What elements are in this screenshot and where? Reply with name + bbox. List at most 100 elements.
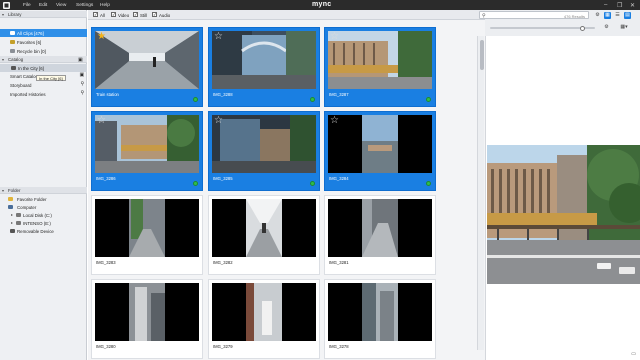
clip-name: IMG_3279 bbox=[213, 344, 233, 349]
sidebar-item-all-clips[interactable]: All Clips [476] bbox=[0, 29, 87, 37]
folder-section-header[interactable]: ▾ Folder bbox=[0, 187, 87, 194]
menu-view[interactable]: View bbox=[56, 3, 66, 8]
scrollbar-thumb[interactable] bbox=[479, 40, 484, 70]
search-icon[interactable]: ⚲ bbox=[80, 91, 84, 96]
clip-card[interactable]: ☆ IMG_3288 bbox=[208, 27, 320, 107]
filter-still-checkbox[interactable]: ✓ bbox=[133, 12, 138, 17]
favorite-star-icon[interactable]: ☆ bbox=[214, 116, 223, 126]
settings-icon[interactable]: ⚙ bbox=[594, 12, 601, 19]
filter-audio-label: Audio bbox=[159, 12, 171, 18]
filter-audio-checkbox[interactable]: ✓ bbox=[152, 12, 157, 17]
clip-thumbnail[interactable] bbox=[95, 199, 199, 257]
sidebar-item-label: Favorite Folder bbox=[17, 196, 47, 202]
filter-still-label: Still bbox=[140, 12, 148, 18]
sidebar-item-label: All Clips [476] bbox=[17, 30, 44, 36]
clip-thumbnail[interactable] bbox=[95, 115, 199, 173]
close-button[interactable]: ✕ bbox=[630, 2, 635, 9]
grid-scrollbar[interactable] bbox=[477, 36, 484, 350]
detail-view-icon[interactable]: ▤ bbox=[624, 11, 631, 19]
clip-thumbnail[interactable] bbox=[212, 283, 316, 341]
favorite-star-icon[interactable]: ★ bbox=[97, 32, 106, 42]
clip-card[interactable]: ☆ IMG_3284 bbox=[324, 111, 436, 191]
minimize-button[interactable]: – bbox=[604, 2, 607, 8]
sidebar-item-favorites[interactable]: Favorites [6] bbox=[0, 38, 87, 46]
sidebar-item-local-disk[interactable]: ▸ Local Disk (C:) bbox=[0, 211, 87, 219]
sidebar-item-recycle-bin[interactable]: Recycle bin [0] bbox=[0, 47, 87, 55]
clip-card[interactable]: IMG_3278 bbox=[324, 279, 436, 359]
sidebar-item-removable-device[interactable]: Removable Device bbox=[0, 227, 87, 235]
clip-card[interactable]: IMG_3283 bbox=[91, 195, 203, 275]
clip-card[interactable]: ☆ IMG_3285 bbox=[208, 111, 320, 191]
list-view-icon[interactable]: ☰ bbox=[614, 12, 621, 19]
clip-thumbnail[interactable] bbox=[95, 283, 199, 341]
menu-edit[interactable]: Edit bbox=[39, 3, 47, 8]
menu-settings[interactable]: Settings bbox=[76, 3, 93, 8]
catalog-header-label: Catalog bbox=[8, 57, 24, 63]
expand-icon[interactable]: ▭ bbox=[631, 351, 636, 357]
clip-thumbnail[interactable] bbox=[328, 199, 432, 257]
library-section-header[interactable]: ▾ Library bbox=[0, 11, 87, 18]
sidebar-item-label: Removable Device bbox=[17, 228, 54, 234]
gear-icon[interactable]: ⚙ bbox=[603, 24, 610, 31]
menu-file[interactable]: File bbox=[23, 3, 31, 8]
filter-video-checkbox[interactable]: ✓ bbox=[111, 12, 116, 17]
sidebar-item-label: Recycle bin [0] bbox=[17, 48, 46, 54]
sidebar-item-favorite-folder[interactable]: Favorite Folder bbox=[0, 195, 87, 203]
favorite-star-icon[interactable]: ☆ bbox=[214, 32, 223, 42]
clip-card[interactable]: ☆ IMG_3287 bbox=[324, 27, 436, 107]
clip-card[interactable]: ☆ IMG_3286 bbox=[91, 111, 203, 191]
thumbnail-grid: ★ Train station ☆ IMG_3288 ☆ IMG_3287 ☆ IMG_328… bbox=[88, 20, 485, 360]
status-dot-icon bbox=[193, 97, 198, 102]
favorite-star-icon[interactable]: ☆ bbox=[330, 116, 339, 126]
expand-icon[interactable]: ▸ bbox=[11, 220, 13, 225]
clip-thumbnail[interactable] bbox=[212, 199, 316, 257]
search-input[interactable]: ⚲ 476 Results bbox=[479, 11, 589, 19]
sidebar-item-label: Storyboard bbox=[10, 82, 32, 88]
clip-name: IMG_3281 bbox=[329, 260, 349, 265]
clip-thumbnail[interactable] bbox=[95, 31, 199, 89]
collapse-icon: ▾ bbox=[2, 188, 5, 193]
menu-help[interactable]: Help bbox=[100, 3, 110, 8]
add-catalog-icon[interactable]: ▣ bbox=[78, 57, 83, 63]
disk-icon bbox=[16, 220, 21, 225]
sidebar-item-label: Computer bbox=[17, 204, 37, 210]
sidebar-item-in-the-city[interactable]: In the City [6] bbox=[0, 64, 87, 72]
clip-name: IMG_3288 bbox=[213, 92, 233, 97]
catalog-section-header[interactable]: ▾ Catalog ▣ bbox=[0, 56, 87, 63]
expand-icon[interactable]: ▸ bbox=[11, 212, 13, 217]
trash-icon bbox=[10, 48, 15, 53]
layout-icon[interactable]: ▦▾ bbox=[618, 24, 630, 31]
sidebar-item-intenso[interactable]: ▸ INTENSO (E:) bbox=[0, 219, 87, 227]
filter-bar: ✓ All ✓ Video ✓ Still ✓ Audio bbox=[88, 10, 485, 20]
maximize-button[interactable]: ❐ bbox=[617, 2, 622, 9]
clip-thumbnail[interactable] bbox=[328, 31, 432, 89]
grid-view-icon[interactable]: ▦ bbox=[604, 11, 611, 19]
usb-icon bbox=[10, 228, 15, 233]
favorite-star-icon[interactable]: ☆ bbox=[97, 116, 106, 126]
slider-knob[interactable] bbox=[580, 25, 585, 31]
search-icon[interactable]: ⚲ bbox=[80, 82, 84, 87]
clip-card[interactable]: ★ Train station bbox=[91, 27, 203, 107]
clip-name: IMG_3284 bbox=[329, 176, 349, 181]
clip-thumbnail[interactable] bbox=[212, 31, 316, 89]
filter-all-checkbox[interactable]: ✓ bbox=[93, 12, 98, 17]
clip-card[interactable]: IMG_3280 bbox=[91, 279, 203, 359]
sidebar-item-label: Favorites [6] bbox=[17, 39, 42, 45]
sidebar-item-computer[interactable]: Computer bbox=[0, 203, 87, 211]
thumbnail-size-slider[interactable] bbox=[490, 25, 595, 31]
filter-all-label: All bbox=[100, 12, 105, 18]
search-icon: ⚲ bbox=[482, 12, 486, 19]
clip-thumbnail[interactable] bbox=[328, 283, 432, 341]
clip-name: IMG_3286 bbox=[96, 176, 116, 181]
film-icon bbox=[11, 65, 16, 70]
clip-card[interactable]: IMG_3279 bbox=[208, 279, 320, 359]
smart-catalog-icon[interactable]: ▣ bbox=[79, 73, 84, 78]
sidebar-item-storyboard[interactable]: Storyboard ⚲ bbox=[0, 81, 87, 89]
clip-card[interactable]: IMG_3282 bbox=[208, 195, 320, 275]
preview-pane: ▭ bbox=[485, 36, 640, 360]
favorite-star-icon[interactable]: ☆ bbox=[330, 32, 339, 42]
clip-thumbnail[interactable] bbox=[328, 115, 432, 173]
clip-thumbnail[interactable] bbox=[212, 115, 316, 173]
sidebar-item-imported-histories[interactable]: Imported Histories ⚲ bbox=[0, 90, 87, 98]
clip-card[interactable]: IMG_3281 bbox=[324, 195, 436, 275]
